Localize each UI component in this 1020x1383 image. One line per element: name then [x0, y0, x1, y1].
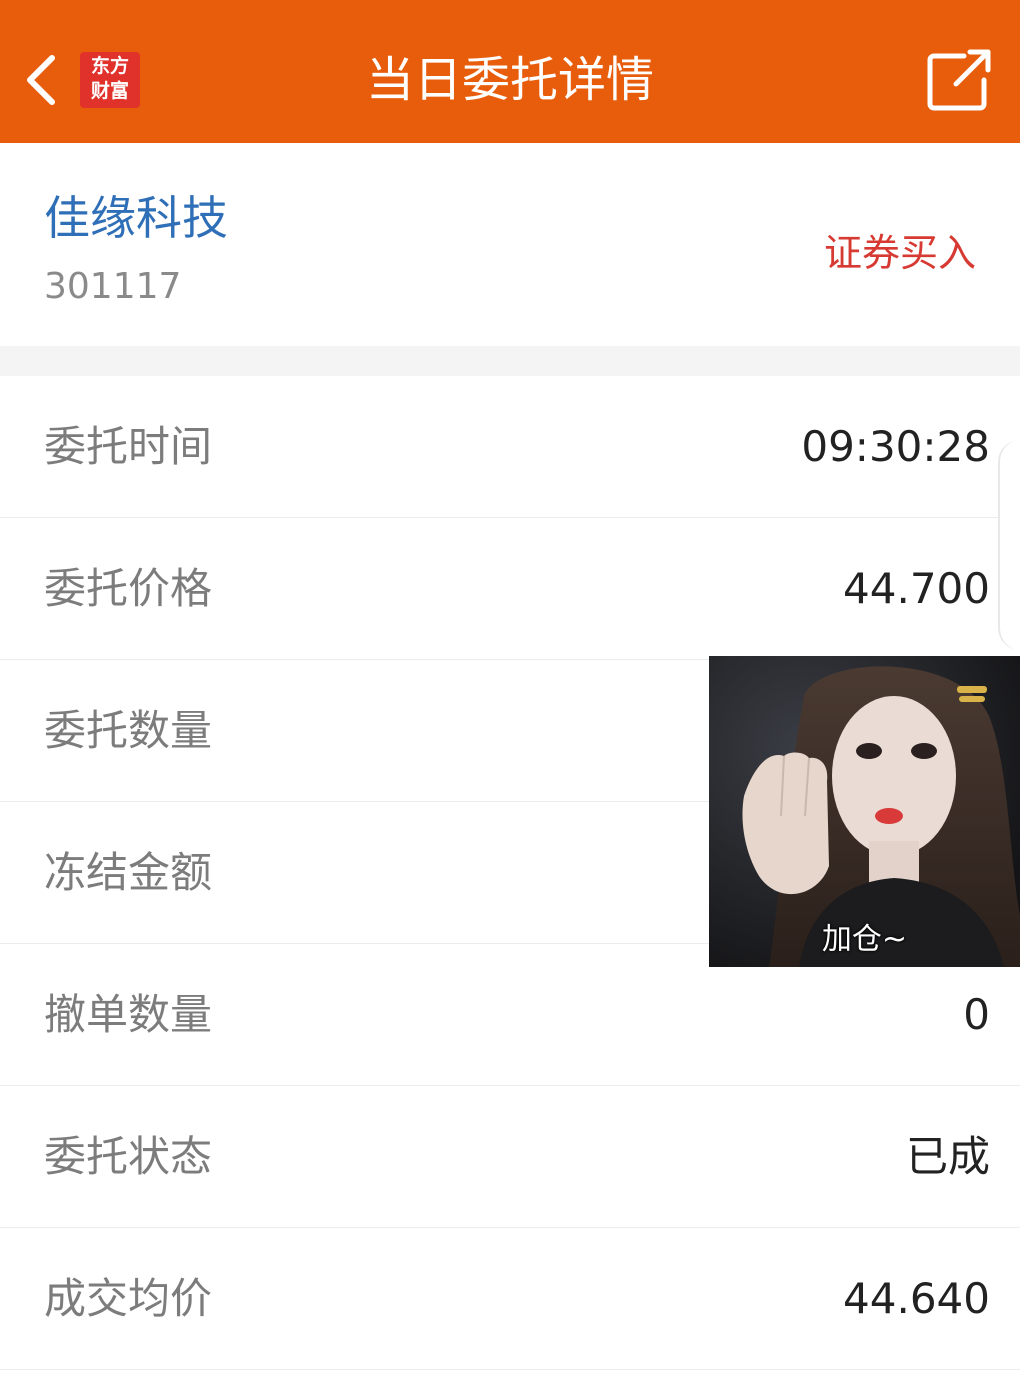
logo-line-1: 东方 [90, 55, 129, 77]
stock-code: 301117 [44, 266, 182, 307]
top-bar: 东方 财富 当日委托详情 [0, 0, 1020, 143]
trade-type-label: 证券买入 [823, 231, 976, 275]
detail-row-average-price: 成交均价 44.640 [0, 1228, 1020, 1370]
page-title: 当日委托详情 [365, 52, 654, 108]
app-logo: 东方 财富 [80, 52, 140, 108]
section-divider [0, 346, 1020, 376]
share-external-icon [927, 49, 991, 111]
meme-caption: 加仓~ [821, 922, 908, 957]
share-button[interactable] [920, 44, 996, 116]
order-detail-page: 东方 财富 当日委托详情 佳缘科技 301117 证券买入 委托时间 09:30… [0, 0, 1020, 1383]
detail-row-order-status: 委托状态 已成 [0, 1086, 1020, 1228]
meme-sticker-image: 加仓~ [709, 656, 1020, 967]
detail-row-order-price: 委托价格 44.700 [0, 518, 1020, 660]
detail-label: 委托价格 [44, 564, 213, 613]
logo-line-2: 财富 [90, 80, 129, 102]
detail-label: 委托状态 [44, 1132, 213, 1181]
detail-value: 已成 [905, 1132, 990, 1181]
back-button[interactable] [18, 50, 66, 110]
detail-label: 委托数量 [44, 706, 213, 755]
chevron-left-icon [27, 55, 55, 105]
scroll-indicator[interactable] [998, 440, 1020, 650]
detail-label: 冻结金额 [44, 848, 213, 897]
detail-value: 44.700 [843, 564, 990, 613]
detail-label: 撤单数量 [44, 990, 213, 1039]
stock-name: 佳缘科技 [44, 191, 228, 245]
detail-value: 44.640 [843, 1274, 990, 1323]
detail-label: 成交均价 [44, 1274, 213, 1323]
detail-row-order-time: 委托时间 09:30:28 [0, 376, 1020, 518]
detail-value: 09:30:28 [801, 422, 990, 471]
detail-label: 委托时间 [44, 422, 213, 471]
